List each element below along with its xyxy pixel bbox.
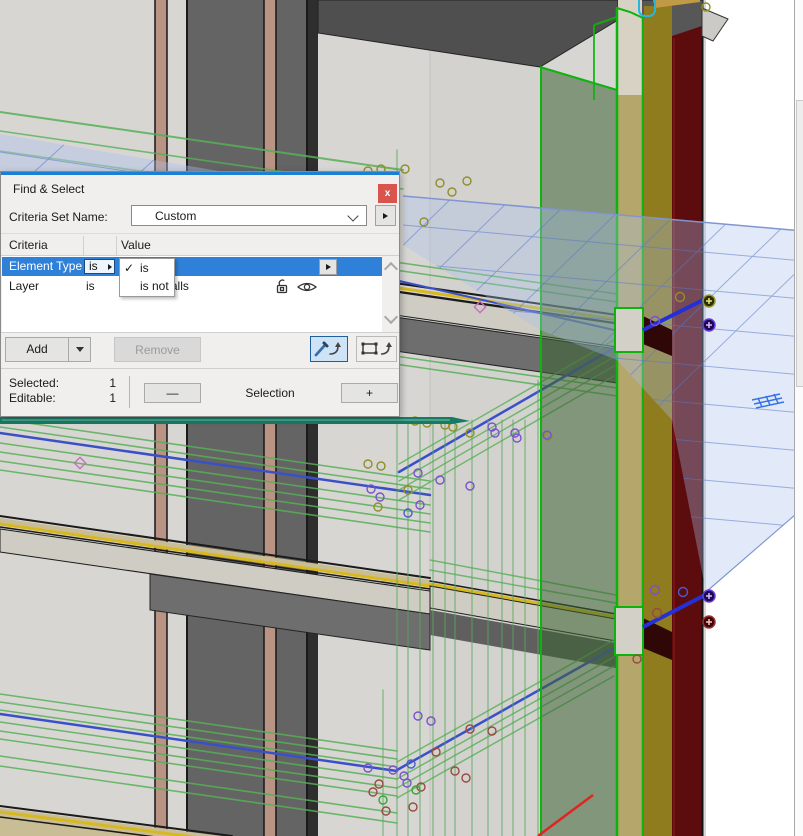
- add-button-label: Add: [26, 342, 48, 356]
- marquee-select-button[interactable]: [356, 336, 397, 362]
- selected-label: Selected:: [9, 376, 60, 390]
- eyedropper-icon: [314, 341, 341, 357]
- menu-item-label: is not: [140, 279, 169, 293]
- right-arrow-icon: [108, 264, 112, 270]
- eye-icon: [296, 282, 318, 292]
- selected-value: 1: [109, 376, 116, 390]
- list-scrollbar[interactable]: [383, 256, 399, 332]
- menu-item-is-not[interactable]: is not: [120, 277, 174, 295]
- pick-up-settings-button[interactable]: [310, 336, 348, 362]
- operator-value: is: [89, 259, 98, 273]
- criteria-row-element-type[interactable]: Element Type is: [2, 257, 382, 276]
- remove-button[interactable]: Remove: [114, 337, 201, 362]
- operator-value: is: [86, 279, 95, 293]
- select-plus-button[interactable]: +: [341, 383, 398, 403]
- add-dropdown-arrow[interactable]: [68, 338, 90, 361]
- editable-label: Editable:: [9, 391, 56, 405]
- column-header-criteria: Criteria: [9, 238, 48, 252]
- marquee-icon: [361, 342, 392, 355]
- criteria-name: Element Type: [9, 259, 83, 273]
- criteria-set-combobox[interactable]: Custom: [131, 205, 367, 226]
- deselect-button[interactable]: —: [144, 383, 201, 403]
- unlocked-icon: [276, 279, 288, 294]
- dialog-accent-bar: [1, 172, 399, 175]
- viewport-scrollbar[interactable]: [794, 0, 803, 836]
- divider: [129, 376, 130, 408]
- operator-dropdown-menu: ✓ is is not: [119, 258, 175, 297]
- operator-combobox[interactable]: is: [84, 259, 115, 274]
- criteria-set-value: Custom: [155, 209, 197, 223]
- chevron-down-icon: [347, 210, 359, 222]
- column-header-value: Value: [121, 238, 151, 252]
- 3d-viewport[interactable]: [0, 0, 803, 836]
- close-button[interactable]: x: [378, 184, 397, 203]
- value-flyout-button[interactable]: [319, 259, 337, 275]
- add-button[interactable]: Add: [5, 337, 91, 362]
- criteria-set-flyout-button[interactable]: [375, 205, 396, 226]
- right-arrow-icon: [383, 212, 388, 219]
- criteria-list: Element Type is Layer is Walls: [2, 256, 399, 332]
- scroll-up-icon[interactable]: [383, 261, 399, 277]
- menu-item-label: is: [140, 261, 149, 275]
- selection-label: Selection: [245, 386, 295, 400]
- editable-value: 1: [109, 391, 116, 405]
- checkmark-icon: ✓: [124, 261, 135, 275]
- criteria-row-layer[interactable]: Layer is Walls: [2, 277, 382, 296]
- dialog-title: Find & Select: [13, 182, 85, 196]
- right-arrow-icon: [325, 264, 331, 270]
- viewport-scrollbar-thumb[interactable]: [796, 100, 803, 387]
- criteria-set-label: Criteria Set Name:: [9, 210, 108, 224]
- find-select-dialog: Find & Select x Criteria Set Name: Custo…: [0, 171, 400, 417]
- scroll-down-icon[interactable]: [383, 309, 399, 325]
- down-arrow-icon: [75, 347, 84, 352]
- menu-item-is[interactable]: ✓ is: [120, 259, 174, 277]
- criteria-name: Layer: [9, 279, 40, 293]
